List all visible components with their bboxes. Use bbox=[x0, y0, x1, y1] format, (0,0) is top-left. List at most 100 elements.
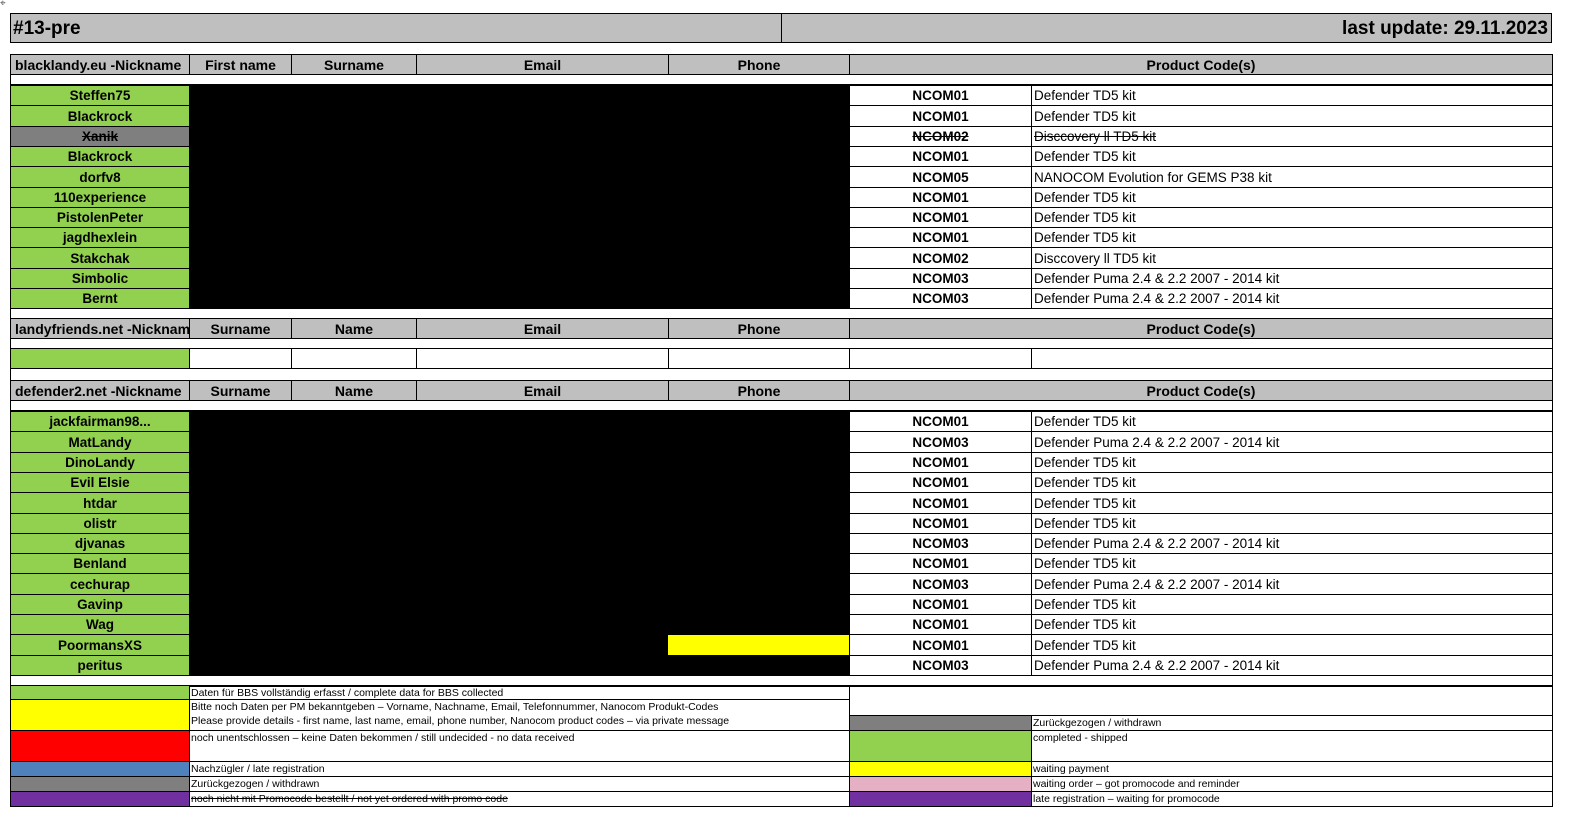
legend-right-swatch-darkgray bbox=[849, 715, 1032, 731]
product-name-cell: Defender Puma 2.4 & 2.2 2007 - 2014 kit bbox=[1031, 431, 1553, 453]
product-code-cell: NCOM01 bbox=[849, 492, 1032, 514]
product-name-cell: Defender Puma 2.4 & 2.2 2007 - 2014 kit bbox=[1031, 573, 1553, 595]
product-code-cell: NCOM01 bbox=[849, 411, 1032, 432]
product-name-cell: Defender TD5 kit bbox=[1031, 85, 1553, 106]
blacklandy-redacted-personal-data bbox=[189, 85, 849, 309]
legend-right-text-purple: late registration – waiting for promocod… bbox=[1031, 791, 1553, 807]
legend-text-purple: noch nicht mit Promocode bestellt / not … bbox=[189, 791, 850, 807]
legend-text-darkgray: Zurückgezogen / withdrawn bbox=[189, 776, 850, 792]
defender2-row-4-nickname: htdar bbox=[10, 492, 190, 514]
landyfriends-header-firstname: Surname bbox=[189, 318, 292, 339]
defender2-row-1-nickname: MatLandy bbox=[10, 431, 190, 453]
landyfriends-header-email: Email bbox=[416, 318, 669, 339]
landyfriends-empty-cell bbox=[189, 348, 292, 369]
product-code-cell: NCOM03 bbox=[849, 533, 1032, 554]
product-name-cell: Defender TD5 kit bbox=[1031, 452, 1553, 473]
defender2-row-12-nickname: peritus bbox=[10, 655, 190, 676]
product-code-cell: NCOM01 bbox=[849, 614, 1032, 635]
product-code-cell: NCOM03 bbox=[849, 431, 1032, 453]
product-name-cell: Defender TD5 kit bbox=[1031, 634, 1553, 656]
product-name-cell: Defender Puma 2.4 & 2.2 2007 - 2014 kit bbox=[1031, 268, 1553, 289]
product-code-cell: NCOM05 bbox=[849, 166, 1032, 188]
product-name-cell: Defender TD5 kit bbox=[1031, 207, 1553, 228]
legend-right-text-yellow: waiting payment bbox=[1031, 761, 1553, 777]
landyfriends-empty-cell bbox=[291, 348, 417, 369]
defender2-header-firstname: Surname bbox=[189, 380, 292, 401]
product-name-cell: Defender TD5 kit bbox=[1031, 411, 1553, 432]
defender2-header-phone: Phone bbox=[668, 380, 850, 401]
legend-label: Zurückgezogen / withdrawn bbox=[191, 778, 320, 790]
product-name-cell: Disccovery ll TD5 kit bbox=[1031, 126, 1553, 147]
blacklandy-header-phone: Phone bbox=[668, 54, 850, 75]
product-name-cell: NANOCOM Evolution for GEMS P38 kit bbox=[1031, 166, 1553, 188]
blacklandy-header-firstname: First name bbox=[189, 54, 292, 75]
defender2-row-6-nickname: djvanas bbox=[10, 533, 190, 554]
blacklandy-row-0-nickname: Steffen75 bbox=[10, 85, 190, 106]
page-title: #13-pre bbox=[10, 13, 782, 43]
legend-text-green: Daten für BBS vollständig erfasst / comp… bbox=[189, 685, 850, 700]
blacklandy-row-2-nickname: Xanik bbox=[10, 126, 190, 147]
product-code-cell: NCOM01 bbox=[849, 634, 1032, 656]
spacer-row bbox=[10, 74, 1553, 85]
product-code-cell: NCOM01 bbox=[849, 594, 1032, 615]
defender2-row-0-nickname: jackfairman98... bbox=[10, 411, 190, 432]
product-name-cell: Defender TD5 kit bbox=[1031, 105, 1553, 127]
blacklandy-row-9-nickname: Simbolic bbox=[10, 268, 190, 289]
legend-label: noch nicht mit Promocode bestellt / not … bbox=[191, 793, 508, 805]
blacklandy-header-surname: Surname bbox=[291, 54, 417, 75]
legend-right-text-green: completed - shipped bbox=[1031, 730, 1553, 762]
defender2-row-7-nickname: Benland bbox=[10, 553, 190, 574]
defender2-row-5-nickname: olistr bbox=[10, 513, 190, 534]
legend-right-text-pink: waiting order – got promocode and remind… bbox=[1031, 776, 1553, 792]
legend-swatch-darkgray bbox=[10, 776, 190, 792]
product-name-cell: Defender TD5 kit bbox=[1031, 472, 1553, 493]
product-name-cell: Defender TD5 kit bbox=[1031, 614, 1553, 635]
product-code-cell: NCOM01 bbox=[849, 85, 1032, 106]
legend-right-blank bbox=[849, 685, 1553, 716]
blacklandy-row-4-nickname: dorfv8 bbox=[10, 166, 190, 188]
product-name-cell: Defender TD5 kit bbox=[1031, 513, 1553, 534]
product-code-cell: NCOM01 bbox=[849, 553, 1032, 574]
table-move-handle-icon[interactable]: ⌖ bbox=[0, 0, 6, 9]
legend-swatch-purple bbox=[10, 791, 190, 807]
legend-label: Nachzügler / late registration bbox=[191, 763, 325, 775]
defender2-row-10-nickname: Wag bbox=[10, 614, 190, 635]
blacklandy-header-email: Email bbox=[416, 54, 669, 75]
product-name-cell: Defender Puma 2.4 & 2.2 2007 - 2014 kit bbox=[1031, 533, 1553, 554]
landyfriends-empty-nickname bbox=[10, 348, 190, 369]
legend-text-yellow: Bitte noch Daten per PM bekanntgeben – V… bbox=[189, 699, 850, 731]
product-name-cell: Defender Puma 2.4 & 2.2 2007 - 2014 kit bbox=[1031, 288, 1553, 309]
landyfriends-empty-cell bbox=[1031, 348, 1553, 369]
legend-right-text-darkgray: Zurückgezogen / withdrawn bbox=[1031, 715, 1553, 731]
last-update: last update: 29.11.2023 bbox=[781, 13, 1552, 43]
product-code-cell: NCOM01 bbox=[849, 105, 1032, 127]
product-code-cell: NCOM03 bbox=[849, 573, 1032, 595]
legend-label: Bitte noch Daten per PM bekanntgeben – V… bbox=[191, 701, 719, 713]
defender2-row-9-nickname: Gavinp bbox=[10, 594, 190, 615]
defender2-row-2-nickname: DinoLandy bbox=[10, 452, 190, 473]
defender2-row-8-nickname: cechurap bbox=[10, 573, 190, 595]
legend-right-swatch-pink bbox=[849, 776, 1032, 792]
legend-swatch-green bbox=[10, 685, 190, 700]
blacklandy-row-6-nickname: PistolenPeter bbox=[10, 207, 190, 228]
product-name-cell: Defender TD5 kit bbox=[1031, 492, 1553, 514]
blacklandy-row-7-nickname: jagdhexlein bbox=[10, 227, 190, 248]
product-code-cell: NCOM02 bbox=[849, 126, 1032, 147]
legend-text-blue: Nachzügler / late registration bbox=[189, 761, 850, 777]
landyfriends-empty-cell bbox=[416, 348, 669, 369]
spacer-row bbox=[10, 400, 1553, 411]
product-name-cell: Disccovery ll TD5 kit bbox=[1031, 247, 1553, 269]
legend-text-red: noch unentschlossen – keine Daten bekomm… bbox=[189, 730, 850, 762]
product-code-cell: NCOM01 bbox=[849, 146, 1032, 167]
blacklandy-row-3-nickname: Blackrock bbox=[10, 146, 190, 167]
legend-right-swatch-yellow bbox=[849, 761, 1032, 777]
defender2-row-3-nickname: Evil Elsie bbox=[10, 472, 190, 493]
landyfriends-empty-cell bbox=[668, 348, 850, 369]
product-name-cell: Defender Puma 2.4 & 2.2 2007 - 2014 kit bbox=[1031, 655, 1553, 676]
legend-swatch-red bbox=[10, 730, 190, 762]
legend-label-english: Please provide details - first name, las… bbox=[191, 715, 730, 727]
blacklandy-row-8-nickname: Stakchak bbox=[10, 247, 190, 269]
blacklandy-row-5-nickname: 110experience bbox=[10, 187, 190, 208]
product-name-cell: Defender TD5 kit bbox=[1031, 227, 1553, 248]
blacklandy-row-10-nickname: Bernt bbox=[10, 288, 190, 309]
